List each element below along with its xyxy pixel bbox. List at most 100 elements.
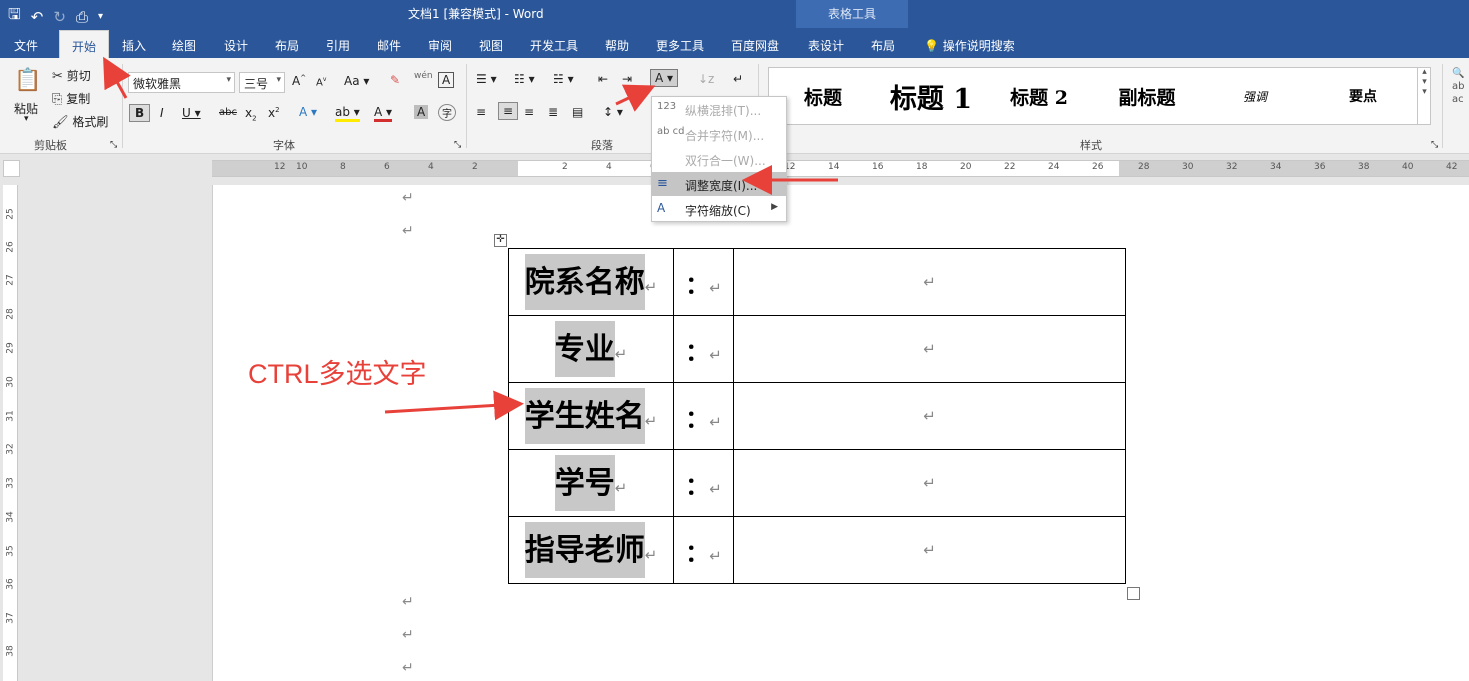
value-cell[interactable]: ↵ [733, 248, 1126, 316]
grow-font-icon[interactable]: A^ [292, 74, 306, 88]
tab-draw[interactable]: 绘图 [172, 37, 196, 54]
character-shading-icon[interactable]: A [414, 105, 429, 119]
value-cell[interactable]: ↵ [733, 315, 1126, 383]
align-center-icon[interactable]: ≡ [498, 102, 519, 120]
colon-cell[interactable]: ：↵ [673, 516, 734, 584]
style-heading-1[interactable]: 标题 1 [877, 68, 985, 124]
editing-group-icon[interactable]: 🔍 ab ac [1452, 67, 1464, 106]
styles-scroll[interactable]: ▴ ▾ ▾ [1417, 67, 1431, 125]
tab-home[interactable]: 开始 [59, 30, 110, 58]
tell-me-search[interactable]: 💡 操作说明搜索 [924, 37, 1015, 54]
style-heading-2[interactable]: 标题 2 [985, 68, 1093, 124]
phonetic-guide-icon[interactable]: wén [414, 71, 433, 81]
justify-icon[interactable]: ≣ [548, 105, 558, 119]
tab-selector[interactable] [3, 160, 20, 177]
font-size-combo[interactable]: 三号 ▾ [239, 72, 285, 93]
menu-item-character-scaling[interactable]: A 字符缩放(C) ▶ [652, 197, 786, 221]
paste-icon[interactable]: 📋 [14, 68, 41, 93]
enclose-characters-icon[interactable]: 字 [438, 104, 456, 121]
colon-cell[interactable]: ：↵ [673, 382, 734, 450]
paste-dropdown-icon[interactable]: ▾ [24, 114, 29, 124]
customize-qat-icon[interactable]: ▾ [98, 11, 103, 22]
label-cell[interactable]: 专业↵ [508, 315, 674, 383]
menu-item-adjust-width[interactable]: ≡ 调整宽度(I)... [652, 172, 786, 196]
value-cell[interactable]: ↵ [733, 449, 1126, 517]
colon-cell[interactable]: ：↵ [673, 449, 734, 517]
tab-help[interactable]: 帮助 [605, 37, 629, 54]
tab-table-layout[interactable]: 布局 [871, 37, 895, 54]
value-cell[interactable]: ↵ [733, 516, 1126, 584]
tab-layout[interactable]: 布局 [275, 37, 299, 54]
label-cell[interactable]: 指导老师↵ [508, 516, 674, 584]
font-color-icon[interactable]: A ▾ [374, 105, 393, 122]
label-cell[interactable]: 院系名称↵ [508, 248, 674, 316]
line-spacing-icon[interactable]: ↕ ▾ [603, 105, 623, 119]
copy-button[interactable]: ⎘ 复制 [52, 90, 90, 107]
table-move-handle-icon[interactable]: ✛ [494, 234, 507, 247]
selected-label-text[interactable]: 学号 [554, 455, 615, 511]
undo-icon[interactable]: ↶ [31, 8, 44, 26]
text-effects-icon[interactable]: A ▾ [299, 105, 317, 119]
align-right-icon[interactable]: ≡ [524, 105, 534, 119]
subscript-button[interactable]: x2 [245, 106, 257, 122]
selected-label-text[interactable]: 指导老师 [524, 522, 645, 578]
value-cell[interactable]: ↵ [733, 382, 1126, 450]
increase-indent-icon[interactable]: ⇥ [622, 72, 632, 86]
selected-label-text[interactable]: 学生姓名 [524, 388, 645, 444]
numbering-icon[interactable]: ☷ ▾ [514, 72, 535, 86]
underline-button[interactable]: U ▾ [182, 106, 201, 120]
print-preview-icon[interactable]: ⎙ [76, 8, 88, 26]
tab-design[interactable]: 设计 [224, 37, 248, 54]
table-resize-handle[interactable] [1127, 587, 1140, 600]
tab-file[interactable]: 文件 [14, 37, 38, 54]
strikethrough-button[interactable]: abc [219, 107, 237, 118]
font-name-combo[interactable]: 微软雅黑 ▾ [128, 72, 235, 93]
menu-item-vertical-horizontal[interactable]: 123 纵横混排(T)... [652, 97, 786, 121]
clipboard-launcher-icon[interactable]: ⤡ [110, 140, 117, 150]
tab-mailings[interactable]: 邮件 [377, 37, 401, 54]
style-emphasis[interactable]: 强调 [1201, 68, 1309, 124]
tab-baidu-netdisk[interactable]: 百度网盘 [731, 37, 779, 54]
tab-developer[interactable]: 开发工具 [530, 37, 578, 54]
menu-item-two-lines-in-one[interactable]: 双行合一(W)... [652, 147, 786, 171]
tab-more-tools[interactable]: 更多工具 [656, 37, 704, 54]
format-painter-button[interactable]: 🖌 格式刷 [52, 113, 108, 130]
tab-references[interactable]: 引用 [326, 37, 350, 54]
style-subtitle[interactable]: 副标题 [1093, 68, 1201, 124]
label-cell[interactable]: 学生姓名↵ [508, 382, 674, 450]
font-launcher-icon[interactable]: ⤡ [454, 140, 461, 150]
superscript-button[interactable]: x2 [268, 106, 280, 120]
tab-insert[interactable]: 插入 [122, 37, 146, 54]
horizontal-ruler[interactable]: 12 10 8 6 4 2 2 4 6 8 10 12 14 16 18 20 … [212, 160, 1469, 177]
shrink-font-icon[interactable]: Av [316, 76, 326, 88]
character-border-icon[interactable]: A [438, 72, 455, 88]
style-strong[interactable]: 要点 [1309, 68, 1417, 124]
sort-icon[interactable]: ↓z [698, 72, 714, 86]
clear-formatting-icon[interactable]: ✎ [390, 73, 400, 87]
decrease-indent-icon[interactable]: ⇤ [598, 72, 608, 86]
change-case-icon[interactable]: Aa ▾ [344, 74, 369, 88]
tab-view[interactable]: 视图 [479, 37, 503, 54]
colon-cell[interactable]: ：↵ [673, 315, 734, 383]
multilevel-list-icon[interactable]: ☵ ▾ [553, 72, 574, 86]
menu-item-combine-characters[interactable]: ab cd 合并字符(M)... [652, 122, 786, 146]
distributed-icon[interactable]: ▤ [572, 105, 583, 119]
styles-launcher-icon[interactable]: ⤡ [1431, 140, 1438, 150]
selected-label-text[interactable]: 专业 [554, 321, 615, 377]
redo-icon[interactable]: ↻ [53, 8, 66, 26]
vertical-ruler[interactable]: 25 26 27 28 29 30 31 32 33 34 35 36 37 3… [3, 185, 18, 681]
document-table[interactable]: 院系名称↵ ：↵ ↵ 专业↵ ：↵ ↵ 学生姓名↵ ：↵ ↵ 学号↵ ：↵ ↵ … [508, 248, 1126, 584]
asian-layout-button[interactable]: A ▾ [650, 69, 679, 87]
tab-table-design[interactable]: 表设计 [808, 37, 844, 54]
italic-button[interactable]: I [160, 106, 164, 120]
align-left-icon[interactable]: ≡ [476, 105, 486, 119]
show-marks-icon[interactable]: ↵ [733, 72, 743, 86]
cut-button[interactable]: ✂ 剪切 [52, 67, 91, 84]
tab-review[interactable]: 审阅 [428, 37, 452, 54]
save-icon[interactable]: 🖫 [8, 4, 21, 29]
colon-cell[interactable]: ：↵ [673, 248, 734, 316]
selected-label-text[interactable]: 院系名称 [524, 254, 645, 310]
bold-button[interactable]: B [129, 104, 151, 122]
bullets-icon[interactable]: ☰ ▾ [476, 72, 497, 86]
highlight-color-icon[interactable]: ab ▾ [335, 105, 360, 122]
